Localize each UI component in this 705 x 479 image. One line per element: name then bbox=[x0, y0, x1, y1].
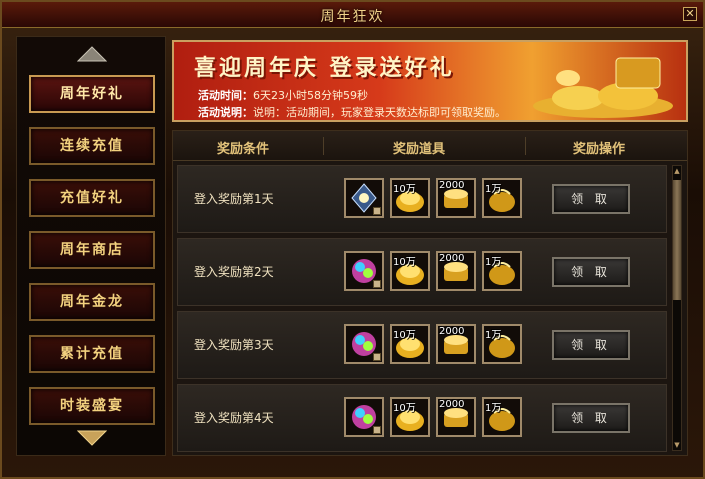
lock-icon bbox=[373, 280, 381, 288]
reward-condition: 登入奖励第4天 bbox=[194, 411, 274, 425]
sidebar-item-cumulative-recharge[interactable]: 累计充值 bbox=[29, 335, 155, 373]
item-quantity: 10万 bbox=[393, 184, 416, 195]
rainbow-gem-item-icon[interactable] bbox=[344, 251, 384, 291]
event-desc-label: 活动说明： bbox=[198, 106, 253, 119]
sidebar-item-anniversary-shop[interactable]: 周年商店 bbox=[29, 231, 155, 269]
header-condition: 奖励条件 bbox=[217, 142, 270, 157]
gold-bag-item-icon[interactable]: 1万 bbox=[482, 397, 522, 437]
item-quantity: 2000 bbox=[439, 180, 465, 191]
header-items: 奖励道具 bbox=[393, 142, 446, 157]
lock-icon bbox=[373, 426, 381, 434]
claim-button[interactable]: 领 取 bbox=[552, 257, 630, 287]
window-title: 周年狂欢 bbox=[320, 9, 385, 25]
reward-row-day-3: 登入奖励第3天 10万 2000 1万 领 取 bbox=[177, 311, 667, 379]
gold-coin-item-icon[interactable]: 10万 bbox=[390, 324, 430, 364]
reward-condition: 登入奖励第3天 bbox=[194, 338, 274, 352]
gold-treasure-icon bbox=[533, 57, 673, 118]
claim-button[interactable]: 领 取 bbox=[552, 330, 630, 360]
reward-row-day-1: 登入奖励第1天 10万 2000 1万 领 取 bbox=[177, 165, 667, 233]
gold-bag-item-icon[interactable]: 1万 bbox=[482, 324, 522, 364]
item-quantity: 2000 bbox=[439, 399, 465, 410]
reward-condition: 登入奖励第2天 bbox=[194, 265, 274, 279]
gold-ingot-item-icon[interactable]: 2000 bbox=[436, 397, 476, 437]
sidebar-item-recharge-gift[interactable]: 充值好礼 bbox=[29, 179, 155, 217]
sidebar-item-golden-dragon[interactable]: 周年金龙 bbox=[29, 283, 155, 321]
gold-coin-item-icon[interactable]: 10万 bbox=[390, 251, 430, 291]
event-time-label: 活动时间： bbox=[198, 89, 253, 102]
scroll-thumb[interactable] bbox=[673, 180, 681, 300]
lock-icon bbox=[373, 207, 381, 215]
reward-panel: 奖励条件 奖励道具 奖励操作 登入奖励第1天 10万 2000 1万 领 取 登… bbox=[172, 130, 688, 456]
sidebar-item-fashion-feast[interactable]: 时装盛宴 bbox=[29, 387, 155, 425]
gold-ingot-item-icon[interactable]: 2000 bbox=[436, 178, 476, 218]
scrollbar[interactable]: ▲ ▼ bbox=[672, 165, 682, 451]
item-quantity: 10万 bbox=[393, 330, 416, 341]
gold-bag-item-icon[interactable]: 1万 bbox=[482, 178, 522, 218]
gold-coin-item-icon[interactable]: 10万 bbox=[390, 397, 430, 437]
anniversary-window: 周年狂欢 ✕ 周年好礼 连续充值 充值好礼 周年商店 周年金龙 累计充值 时装盛… bbox=[0, 0, 705, 479]
claim-button[interactable]: 领 取 bbox=[552, 403, 630, 433]
gold-ingot-item-icon[interactable]: 2000 bbox=[436, 324, 476, 364]
gold-coin-item-icon[interactable]: 10万 bbox=[390, 178, 430, 218]
item-quantity: 2000 bbox=[439, 326, 465, 337]
scroll-down-icon[interactable]: ▼ bbox=[673, 440, 681, 450]
reward-row-day-2: 登入奖励第2天 10万 2000 1万 领 取 bbox=[177, 238, 667, 306]
sidebar-item-anniversary-gift[interactable]: 周年好礼 bbox=[29, 75, 155, 113]
rainbow-gem-item-icon[interactable] bbox=[344, 397, 384, 437]
item-quantity: 10万 bbox=[393, 257, 416, 268]
item-quantity: 10万 bbox=[393, 403, 416, 414]
item-quantity: 1万 bbox=[485, 403, 502, 414]
event-time-value: 6天23小时58分钟59秒 bbox=[253, 89, 368, 102]
scroll-up-arrow-icon[interactable] bbox=[77, 45, 107, 63]
rainbow-gem-item-icon[interactable] bbox=[344, 324, 384, 364]
gold-bag-item-icon[interactable]: 1万 bbox=[482, 251, 522, 291]
banner-headline: 喜迎周年庆 登录送好礼 bbox=[194, 56, 455, 81]
header-action: 奖励操作 bbox=[573, 142, 626, 157]
crystal-item-icon[interactable] bbox=[344, 178, 384, 218]
sidebar: 周年好礼 连续充值 充值好礼 周年商店 周年金龙 累计充值 时装盛宴 bbox=[16, 36, 166, 456]
claim-button[interactable]: 领 取 bbox=[552, 184, 630, 214]
item-quantity: 1万 bbox=[485, 257, 502, 268]
scroll-down-arrow-icon[interactable] bbox=[77, 429, 107, 447]
reward-condition: 登入奖励第1天 bbox=[194, 192, 274, 206]
table-header: 奖励条件 奖励道具 奖励操作 bbox=[173, 131, 687, 161]
reward-row-day-4: 登入奖励第4天 10万 2000 1万 领 取 bbox=[177, 384, 667, 452]
event-desc-value: 说明：活动期间，玩家登录天数达标即可领取奖励。 bbox=[253, 106, 506, 119]
item-quantity: 1万 bbox=[485, 184, 502, 195]
gold-ingot-item-icon[interactable]: 2000 bbox=[436, 251, 476, 291]
scroll-up-icon[interactable]: ▲ bbox=[673, 166, 681, 176]
close-button[interactable]: ✕ bbox=[683, 7, 697, 21]
sidebar-item-continuous-recharge[interactable]: 连续充值 bbox=[29, 127, 155, 165]
event-banner: 喜迎周年庆 登录送好礼 活动时间：6天23小时58分钟59秒 活动说明：说明：活… bbox=[172, 40, 688, 122]
lock-icon bbox=[373, 353, 381, 361]
title-bar[interactable]: 周年狂欢 ✕ bbox=[2, 2, 703, 28]
item-quantity: 2000 bbox=[439, 253, 465, 264]
item-quantity: 1万 bbox=[485, 330, 502, 341]
